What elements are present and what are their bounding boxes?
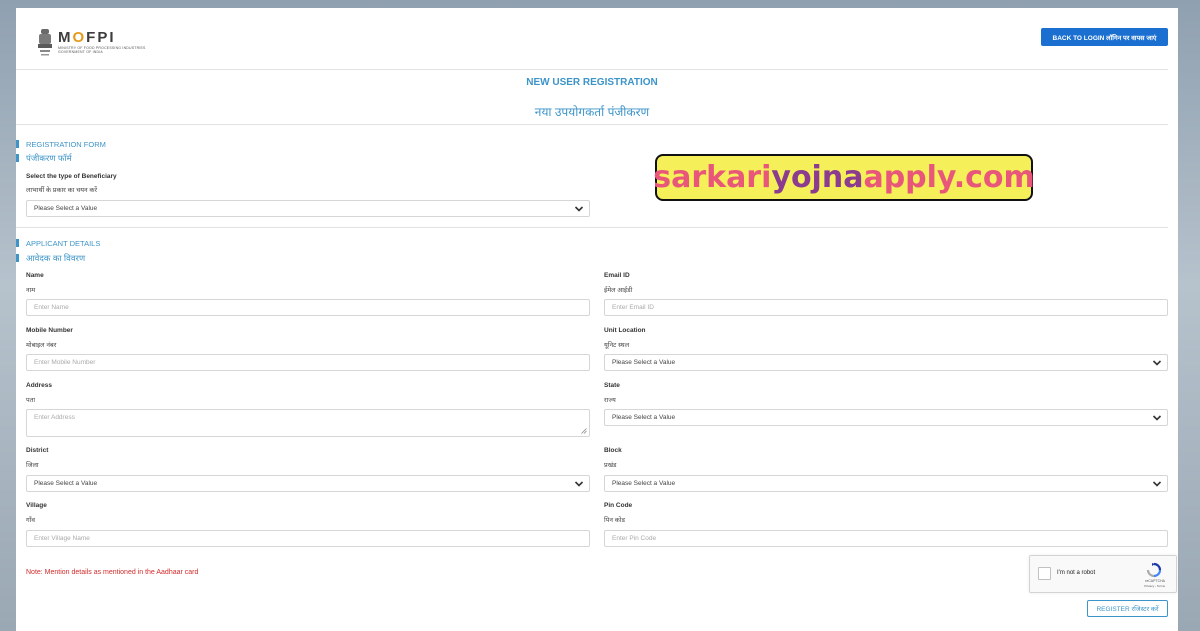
divider [16, 69, 1168, 70]
name-input[interactable]: Enter Name [26, 299, 590, 316]
mobile-input[interactable]: Enter Mobile Number [26, 354, 590, 371]
registration-form-heading-hindi: पंजीकरण फॉर्म [26, 153, 72, 163]
page-title: NEW USER REGISTRATION [526, 77, 658, 88]
chevron-down-icon [1152, 413, 1162, 423]
pincode-input[interactable]: Enter Pin Code [604, 530, 1168, 547]
pincode-placeholder: Enter Pin Code [612, 535, 657, 542]
email-input[interactable]: Enter Email ID [604, 299, 1168, 316]
district-label-hindi: जिला [26, 462, 39, 469]
address-placeholder: Enter Address [34, 414, 75, 421]
beneficiary-label-hindi: लाभार्थी के प्रकार का चयन करें [26, 187, 98, 194]
address-label: Address [26, 382, 53, 389]
divider [16, 227, 1168, 228]
watermark-part3: apply.com [863, 160, 1035, 195]
recaptcha-checkbox[interactable] [1038, 567, 1051, 580]
watermark-part2: yojna [771, 160, 864, 195]
select-value: Please Select a Value [34, 480, 98, 487]
chevron-down-icon [1152, 358, 1162, 368]
national-emblem-icon [36, 27, 54, 57]
address-textarea[interactable]: Enter Address [26, 409, 590, 437]
recaptcha-brand: reCAPTCHA [1145, 579, 1165, 583]
block-label-hindi: प्रखंड [604, 462, 617, 469]
chevron-down-icon [574, 204, 584, 214]
register-button[interactable]: REGISTER रजिस्टर करें [1087, 600, 1168, 617]
recaptcha-logo-icon [1146, 562, 1162, 578]
section-marker [16, 140, 19, 148]
select-value: Please Select a Value [612, 480, 676, 487]
select-value: Please Select a Value [612, 414, 676, 421]
chevron-down-icon [1152, 479, 1162, 489]
chevron-down-icon [574, 479, 584, 489]
state-label-hindi: राज्य [604, 397, 616, 404]
village-input[interactable]: Enter Village Name [26, 530, 590, 547]
back-to-login-button[interactable]: BACK TO LOGIN लॉगिन पर वापस जाएं [1041, 28, 1168, 46]
section-marker [16, 154, 19, 162]
aadhaar-note: Note: Mention details as mentioned in th… [26, 569, 199, 576]
name-placeholder: Enter Name [34, 304, 69, 311]
email-label: Email ID [604, 272, 630, 279]
select-value: Please Select a Value [612, 359, 676, 366]
watermark-banner: sarkari yojna apply.com [653, 154, 1035, 201]
watermark-part1: sarkari [653, 160, 772, 195]
pincode-label: Pin Code [604, 502, 633, 509]
district-select[interactable]: Please Select a Value [26, 475, 590, 492]
district-label: District [26, 447, 49, 454]
state-label: State [604, 382, 620, 389]
divider [16, 124, 1168, 125]
mobile-label-hindi: मोबाइल नंबर [26, 342, 57, 349]
select-value: Please Select a Value [34, 205, 98, 212]
pincode-label-hindi: पिन कोड [604, 517, 625, 524]
recaptcha-label: I'm not a robot [1057, 570, 1096, 576]
logo-subtitle-line2: GOVERNMENT OF INDIA [58, 50, 103, 54]
section-marker [16, 254, 19, 262]
village-label-hindi: गाँव [26, 517, 35, 524]
page-title-hindi: नया उपयोगकर्ता पंजीकरण [534, 105, 650, 119]
unit-location-select[interactable]: Please Select a Value [604, 354, 1168, 371]
logo-wordmark: MOFPI [58, 29, 116, 46]
email-placeholder: Enter Email ID [612, 304, 654, 311]
mobile-label: Mobile Number [26, 327, 73, 334]
name-label: Name [26, 272, 44, 279]
block-label: Block [604, 447, 622, 454]
address-label-hindi: पता [26, 397, 36, 404]
unit-location-label-hindi: यूनिट स्थल [604, 342, 630, 349]
recaptcha-widget: I'm not a robot reCAPTCHA Privacy - Term… [1029, 555, 1177, 593]
applicant-details-heading-hindi: आवेदक का विवरण [26, 253, 86, 263]
registration-panel: MOFPI MINISTRY OF FOOD PROCESSING INDUST… [16, 8, 1178, 631]
recaptcha-terms-link[interactable]: Privacy - Terms [1144, 584, 1165, 588]
state-select[interactable]: Please Select a Value [604, 409, 1168, 426]
beneficiary-label: Select the type of Beneficiary [26, 173, 117, 180]
village-label: Village [26, 502, 47, 509]
block-select[interactable]: Please Select a Value [604, 475, 1168, 492]
unit-location-label: Unit Location [604, 327, 646, 334]
name-label-hindi: नाम [26, 287, 36, 294]
email-label-hindi: ईमेल आईडी [604, 287, 633, 294]
beneficiary-type-select[interactable]: Please Select a Value [26, 200, 590, 217]
mobile-placeholder: Enter Mobile Number [34, 359, 96, 366]
mofpi-logo: MOFPI MINISTRY OF FOOD PROCESSING INDUST… [36, 24, 156, 60]
resize-grip-icon[interactable] [581, 428, 587, 434]
registration-form-heading: REGISTRATION FORM [26, 140, 106, 149]
section-marker [16, 239, 19, 247]
village-placeholder: Enter Village Name [34, 535, 90, 542]
applicant-details-heading: APPLICANT DETAILS [26, 239, 101, 248]
